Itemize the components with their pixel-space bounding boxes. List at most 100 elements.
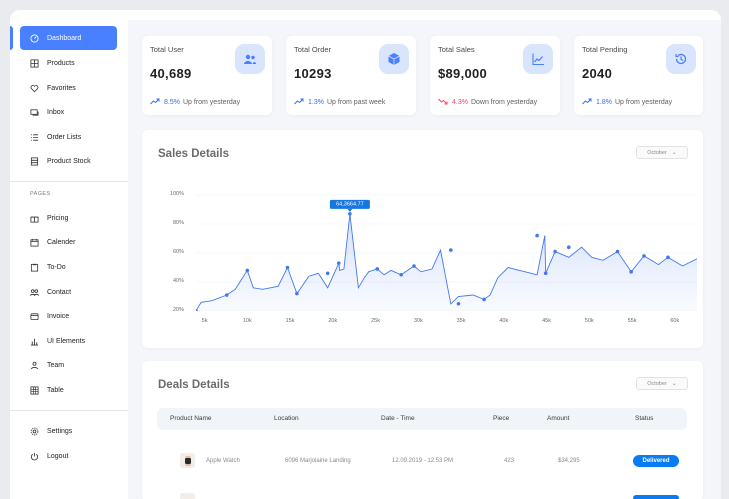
trend-down-icon xyxy=(438,98,448,107)
x-tick-label: 40k xyxy=(499,318,509,324)
data-point[interactable] xyxy=(448,248,453,252)
sidebar-item-label: Dashboard xyxy=(47,34,82,42)
data-point[interactable] xyxy=(245,268,250,273)
stat-percent: 1.8% xyxy=(596,99,612,106)
data-point[interactable] xyxy=(399,272,403,277)
stat-value: $89,000 xyxy=(438,66,488,81)
sales-month-dropdown[interactable]: October ⌄ xyxy=(636,146,688,159)
sidebar-item-favorites[interactable]: Favorites xyxy=(20,76,117,100)
status-badge xyxy=(633,495,679,499)
sidebar-item-label: To-Do xyxy=(47,263,66,271)
users-icon xyxy=(235,44,265,74)
table-icon xyxy=(30,385,39,395)
y-tick-label: 40% xyxy=(172,278,184,284)
col-product-name: Product Name xyxy=(170,415,212,422)
data-point[interactable] xyxy=(456,301,461,306)
stat-trend-text: Up from yesterday xyxy=(614,99,673,106)
chevron-down-icon: ⌄ xyxy=(671,150,677,156)
cell-piece: 423 xyxy=(504,458,515,464)
sidebar-item-order-lists[interactable]: Order Lists xyxy=(20,125,117,149)
data-point[interactable] xyxy=(285,265,290,270)
cell-datetime: 12.09.2019 - 12.53 PM xyxy=(392,458,454,464)
grid-icon xyxy=(30,58,39,68)
gift-icon xyxy=(30,214,39,223)
stat-value: 10293 xyxy=(294,66,332,81)
sidebar-item-label: Contact xyxy=(47,288,72,296)
stat-card-total-sales: Total Sales $89,000 4.3% Down from yeste… xyxy=(430,36,560,115)
sidebar-item-ui-elements[interactable]: UI Elements xyxy=(20,329,117,353)
deals-details-panel: Deals Details October ⌄ Product Name Loc… xyxy=(142,361,703,499)
col-amount: Amount xyxy=(547,415,570,422)
sales-details-panel: Sales Details October ⌄ 100% 80% 60% 40% 20%… xyxy=(142,130,703,348)
sidebar-item-label: Inbox xyxy=(47,108,65,116)
stat-card-total-order: Total Order 10293 1.3% Up from past week xyxy=(286,36,416,115)
sidebar-item-dashboard[interactable]: Dashboard xyxy=(10,26,117,50)
sidebar-item-to-do[interactable]: To-Do xyxy=(20,255,117,279)
sidebar-item-contact[interactable]: Contact xyxy=(20,280,117,304)
x-tick-label: 25k xyxy=(371,318,380,324)
chevron-down-icon: ⌄ xyxy=(671,381,677,387)
sidebar-item-team[interactable]: Team xyxy=(20,353,117,377)
stat-trend-text: Down from yesterday xyxy=(470,99,538,106)
data-point[interactable] xyxy=(295,291,299,296)
sidebar-item-table[interactable]: Table xyxy=(20,378,117,402)
trend-up-icon xyxy=(294,98,304,107)
sidebar-item-inbox[interactable]: Inbox xyxy=(20,100,117,124)
trend-up-icon xyxy=(150,98,160,107)
data-point[interactable] xyxy=(642,254,646,258)
gear-icon xyxy=(30,427,39,436)
data-point[interactable] xyxy=(348,212,352,216)
data-point[interactable] xyxy=(553,249,557,254)
sidebar-item-logout[interactable]: Logout xyxy=(20,444,117,468)
data-point[interactable] xyxy=(336,261,341,265)
stat-trend: 4.3% Down from yesterday xyxy=(438,98,537,107)
sidebar-item-label: Pricing xyxy=(47,214,69,222)
data-point[interactable] xyxy=(566,245,571,249)
stat-title: Total Order xyxy=(294,45,332,54)
sidebar-item-label: Invoice xyxy=(47,312,70,320)
stat-title: Total User xyxy=(150,45,184,54)
data-point[interactable] xyxy=(543,271,548,276)
x-tick-label: 50k xyxy=(584,318,594,324)
month-label: October xyxy=(647,149,667,156)
data-point[interactable] xyxy=(325,271,330,276)
data-point[interactable] xyxy=(615,249,620,254)
sales-line-chart[interactable]: 64,3664.77 xyxy=(196,185,697,311)
sidebar-item-invoice[interactable]: Invoice xyxy=(20,304,117,328)
sidebar-item-product-stock[interactable]: Product Stock xyxy=(20,149,117,173)
sales-details-title: Sales Details xyxy=(158,148,229,160)
deals-month-dropdown[interactable]: October ⌄ xyxy=(636,377,688,390)
product-thumbnail xyxy=(180,493,195,499)
sidebar-item-pricing[interactable]: Pricing xyxy=(20,206,117,230)
data-point[interactable] xyxy=(666,255,670,260)
section-label-pages: PAGES xyxy=(30,191,51,197)
inbox-icon xyxy=(30,108,39,117)
y-tick-label: 20% xyxy=(172,307,184,313)
cell-location: 6096 Marjolaine Landing xyxy=(285,458,351,464)
trend-up-icon xyxy=(582,98,592,107)
data-point[interactable] xyxy=(375,267,380,271)
data-point[interactable] xyxy=(535,233,539,238)
sidebar-item-settings[interactable]: Settings xyxy=(20,419,117,443)
x-tick-label: 60k xyxy=(670,318,680,324)
stat-value: 2040 xyxy=(582,66,613,81)
x-tick-label: 30k xyxy=(413,318,423,324)
sidebar-item-products[interactable]: Products xyxy=(20,51,117,75)
sales-area-fill xyxy=(196,213,697,311)
sidebar-item-label: Team xyxy=(47,361,65,369)
col-status: Status xyxy=(635,415,654,422)
data-point[interactable] xyxy=(482,297,486,302)
data-point[interactable] xyxy=(224,293,229,297)
heart-icon xyxy=(30,84,39,93)
sidebar-item-calender[interactable]: Calender xyxy=(20,230,117,254)
clock-icon xyxy=(666,44,696,74)
data-point[interactable] xyxy=(412,264,416,268)
data-point[interactable] xyxy=(629,270,633,274)
line-chart-icon xyxy=(523,44,553,74)
sidebar-item-label: Logout xyxy=(47,452,69,460)
sidebar-item-label: Calender xyxy=(47,238,76,246)
team-icon xyxy=(30,361,39,370)
x-tick-label: 20k xyxy=(328,318,338,324)
deals-table-header: Product Name Location Date - Time Piece … xyxy=(157,408,687,430)
stat-title: Total Sales xyxy=(438,45,475,54)
